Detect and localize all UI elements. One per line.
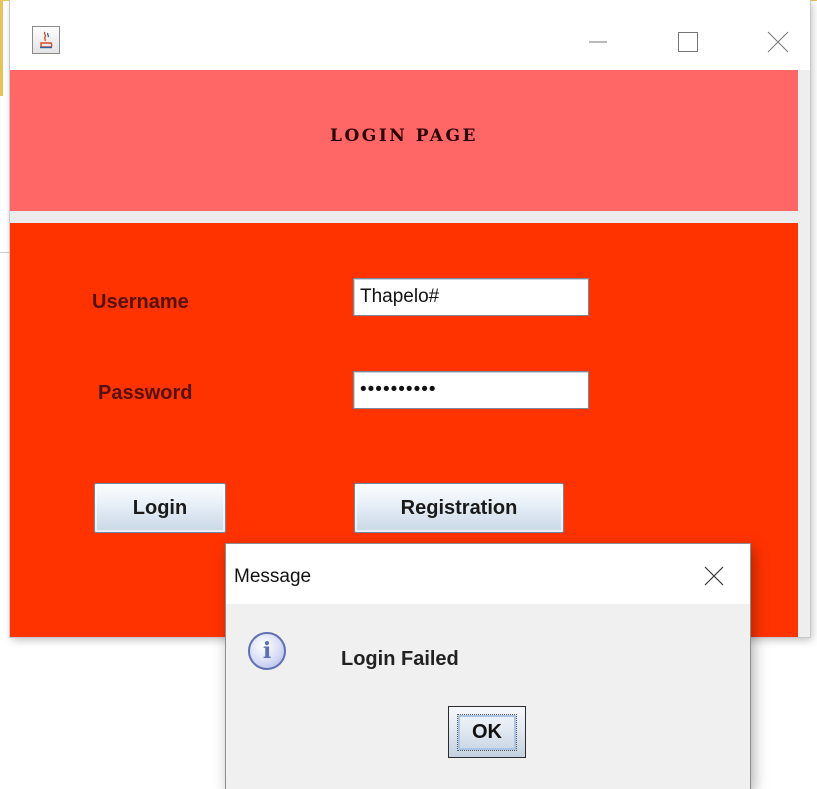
close-button[interactable] [755,24,801,60]
dialog-titlebar[interactable]: Message [226,544,750,604]
registration-button[interactable]: Registration [354,483,564,533]
java-app-icon[interactable] [32,26,60,54]
login-button[interactable]: Login [94,483,226,533]
message-dialog: Message i Login Failed OK [226,544,750,789]
minimize-button[interactable] [575,24,621,60]
panel-separator [10,211,798,223]
password-label: Password [98,382,193,404]
minimize-icon [589,41,607,43]
header-panel: LOGIN PAGE [10,70,798,211]
maximize-button[interactable] [665,24,711,60]
maximize-icon [678,32,698,52]
ok-button[interactable]: OK [448,706,526,758]
dialog-message: Login Failed [341,648,459,670]
window-titlebar[interactable] [10,0,810,70]
page-title: LOGIN PAGE [330,126,478,146]
close-icon [767,31,789,53]
dialog-title: Message [234,566,312,587]
dialog-close-button[interactable] [694,558,734,594]
info-icon: i [248,632,286,670]
close-icon [704,566,724,586]
ok-button-label: OK [457,713,517,751]
username-label: Username [92,291,189,313]
window-right-border [798,70,810,637]
username-input[interactable] [353,278,589,316]
login-window: LOGIN PAGE Username Password Login Regis… [10,0,810,637]
password-input[interactable] [353,371,589,409]
desktop-edge-accent [0,0,3,96]
